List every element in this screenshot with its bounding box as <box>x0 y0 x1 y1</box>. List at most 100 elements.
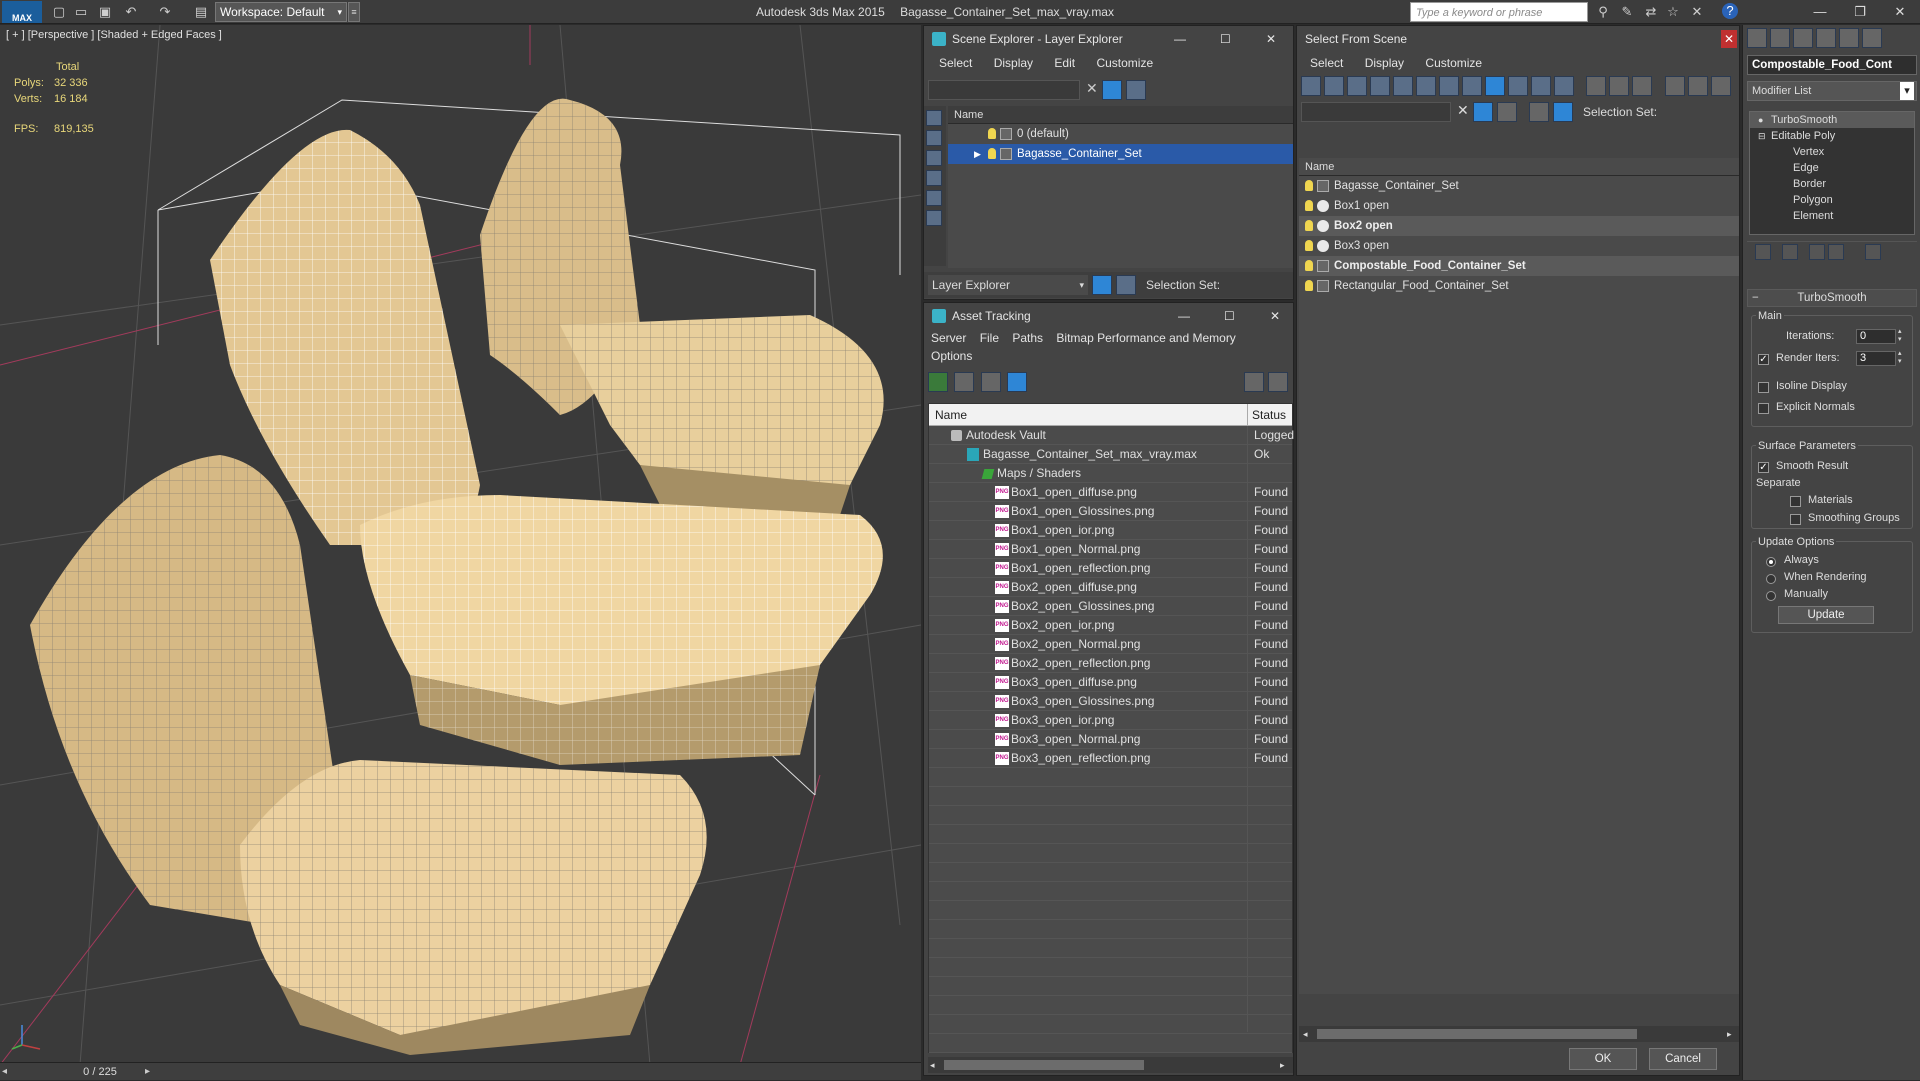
subobject-level[interactable]: Edge <box>1750 160 1914 176</box>
col-status-header[interactable]: Status <box>1247 404 1286 426</box>
filter-helpers-icon[interactable] <box>1393 76 1413 96</box>
close-x-icon[interactable]: ✕ <box>1688 3 1706 21</box>
asset-row[interactable]: PNG Box2_open_ior.png Found <box>929 616 1292 635</box>
filter-icon[interactable] <box>1473 102 1493 122</box>
display-geometry-icon[interactable] <box>926 130 942 146</box>
utilities-tab-icon[interactable] <box>1862 28 1882 48</box>
select-from-scene-titlebar[interactable]: Select From Scene ✕ <box>1297 26 1739 52</box>
show-end-result-icon[interactable] <box>1782 244 1798 260</box>
asset-row[interactable]: PNG Box1_open_reflection.png Found <box>929 559 1292 578</box>
filter-xrefs-icon[interactable] <box>1462 76 1482 96</box>
object-row[interactable]: Bagasse_Container_Set <box>1299 176 1739 196</box>
explicit-normals-checkbox[interactable] <box>1758 401 1775 415</box>
isoline-display-checkbox[interactable] <box>1758 380 1775 394</box>
turbosmooth-rollout-header[interactable]: − TurboSmooth <box>1747 289 1917 307</box>
minimize-icon[interactable]: — <box>1174 26 1186 52</box>
asset-row[interactable]: PNG Box2_open_reflection.png Found <box>929 654 1292 673</box>
layer-mode-icon[interactable] <box>1092 275 1112 295</box>
motion-tab-icon[interactable] <box>1816 28 1836 48</box>
menu-server[interactable]: Server <box>926 329 971 347</box>
object-row[interactable]: Box2 open <box>1299 216 1739 236</box>
display-lights-icon[interactable] <box>926 170 942 186</box>
timeline-next-icon[interactable]: ▸ <box>145 1063 150 1081</box>
menu-paths[interactable]: Paths <box>1007 329 1048 347</box>
layer-name-header[interactable]: Name <box>948 106 1293 124</box>
scroll-left-icon[interactable]: ◂ <box>1303 1026 1308 1042</box>
menu-customize[interactable]: Customize <box>1416 52 1491 74</box>
subobject-level[interactable]: Vertex <box>1750 144 1914 160</box>
filter-hidden-icon[interactable] <box>1554 76 1574 96</box>
scroll-right-icon[interactable]: ▸ <box>1727 1026 1732 1042</box>
expand-arrow-icon[interactable]: ▶ <box>974 144 981 164</box>
make-unique-icon[interactable] <box>1809 244 1825 260</box>
create-tab-icon[interactable] <box>1747 28 1767 48</box>
layer-options-icon[interactable] <box>1126 80 1146 100</box>
cancel-button[interactable]: Cancel <box>1649 1048 1717 1070</box>
tools-icon[interactable]: ✎ <box>1618 3 1636 21</box>
menu-customize[interactable]: Customize <box>1087 52 1162 74</box>
lightbulb-icon[interactable] <box>1305 260 1313 272</box>
sort-icon[interactable] <box>1664 76 1685 96</box>
menu-display[interactable]: Display <box>985 52 1042 74</box>
asset-row[interactable]: PNG Box1_open_Normal.png Found <box>929 540 1292 559</box>
render-iters-checkbox[interactable]: ✓ <box>1758 352 1775 366</box>
asset-row[interactable]: PNG Box2_open_Glossines.png Found <box>929 597 1292 616</box>
filter-geometry-icon[interactable] <box>1301 76 1321 96</box>
filter-bones-icon[interactable] <box>1485 76 1505 96</box>
update-button[interactable]: Update <box>1778 606 1874 624</box>
clear-search-icon[interactable]: ✕ <box>1457 102 1469 119</box>
object-row[interactable]: Box3 open <box>1299 236 1739 256</box>
filter-frozen-icon[interactable] <box>1531 76 1551 96</box>
hierarchy-mode-icon[interactable] <box>1116 275 1136 295</box>
timeline-frame-counter[interactable]: 0 / 225 <box>50 1063 150 1081</box>
explorer-type-dropdown[interactable]: Layer Explorer ▾ <box>928 275 1088 295</box>
col-name-header[interactable]: Name <box>929 408 967 422</box>
asset-tracking-titlebar[interactable]: Asset Tracking — ☐ ✕ <box>924 303 1293 329</box>
menu-display[interactable]: Display <box>1356 52 1413 74</box>
configure-modifier-sets-icon[interactable] <box>1865 244 1881 260</box>
spinner-arrows-icon[interactable]: ▴ ▾ <box>1898 328 1902 344</box>
clear-search-icon[interactable]: ✕ <box>1086 80 1098 97</box>
lightbulb-icon[interactable] <box>1305 280 1313 292</box>
expand-icon[interactable]: ⊟ <box>1758 128 1767 144</box>
scroll-right-icon[interactable]: ▸ <box>1280 1057 1285 1073</box>
scene-explorer-find-field[interactable] <box>928 80 1080 100</box>
asset-row[interactable]: PNG Box1_open_Glossines.png Found <box>929 502 1292 521</box>
remove-modifier-icon[interactable] <box>1828 244 1844 260</box>
display-helpers-icon[interactable] <box>926 210 942 226</box>
close-icon[interactable]: ✕ <box>1266 26 1276 52</box>
filter-cameras-icon[interactable] <box>1370 76 1390 96</box>
lightbulb-icon[interactable] <box>1305 220 1313 232</box>
object-name-field[interactable]: Compostable_Food_Cont <box>1747 55 1917 75</box>
close-icon[interactable]: ✕ <box>1270 303 1280 329</box>
asset-row[interactable]: PNG Box3_open_reflection.png Found <box>929 749 1292 768</box>
asset-row[interactable]: PNG Box3_open_ior.png Found <box>929 711 1292 730</box>
scroll-thumb[interactable] <box>944 1060 1144 1070</box>
modifier-on-icon[interactable]: ● <box>1758 112 1767 128</box>
modifier-turbosmooth[interactable]: ● TurboSmooth <box>1750 112 1914 128</box>
close-icon[interactable]: ✕ <box>1721 30 1737 48</box>
table-view-icon[interactable] <box>1007 372 1028 392</box>
lightbulb-icon[interactable] <box>1305 240 1313 252</box>
open-file-icon[interactable]: ▭ <box>72 3 90 21</box>
iterations-spinner[interactable]: 0 <box>1856 329 1896 344</box>
subobject-level[interactable]: Polygon <box>1750 192 1914 208</box>
collapse-icon[interactable] <box>1710 76 1731 96</box>
smoothing-groups-checkbox[interactable] <box>1790 512 1807 526</box>
search-input[interactable]: Type a keyword or phrase <box>1410 2 1588 22</box>
help-icon[interactable]: ? <box>1722 3 1738 19</box>
modifier-list-dropdown[interactable]: Modifier List ▾ <box>1747 81 1917 101</box>
asset-row[interactable]: Autodesk Vault Logged <box>929 426 1294 445</box>
lightbulb-icon[interactable] <box>1305 180 1313 192</box>
lightbulb-icon[interactable] <box>1305 200 1313 212</box>
smooth-result-checkbox[interactable]: ✓ <box>1758 460 1775 474</box>
asset-row[interactable]: PNG Box3_open_Glossines.png Found <box>929 692 1292 711</box>
settings-icon[interactable] <box>1268 372 1288 392</box>
render-iters-spinner[interactable]: 3 <box>1856 351 1896 366</box>
subobject-level[interactable]: Border <box>1750 176 1914 192</box>
layer-row[interactable]: 0 (default) <box>948 124 1293 144</box>
perspective-viewport[interactable]: [ + ] [Perspective ] [Shaded + Edged Fac… <box>0 25 921 1065</box>
new-file-icon[interactable]: ▢ <box>50 3 68 21</box>
minimize-icon[interactable]: — <box>1178 303 1190 329</box>
display-shapes-icon[interactable] <box>926 150 942 166</box>
